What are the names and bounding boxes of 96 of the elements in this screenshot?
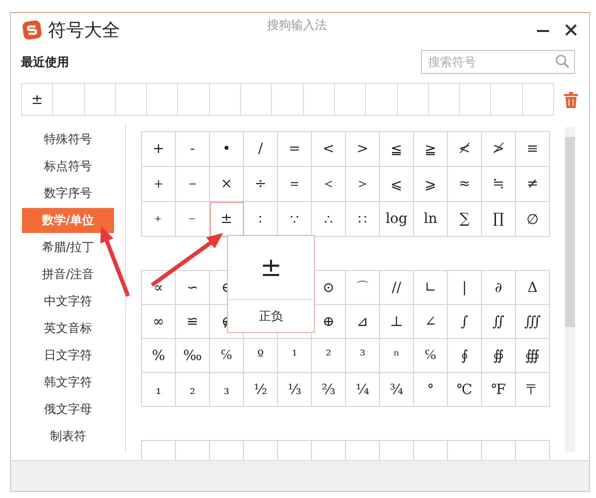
annotation-arrow [100, 226, 130, 297]
symbol-cell[interactable]: ∟ [414, 271, 448, 305]
symbol-cell[interactable]: ∽ [176, 271, 210, 305]
symbol-cell[interactable]: ≦ [380, 132, 414, 167]
symbol-cell[interactable]: ⌒ [346, 271, 380, 305]
tooltip-symbol: ± [259, 252, 283, 284]
symbol-cell[interactable]: － [176, 167, 210, 202]
recent-label: 最近使用 [21, 54, 69, 70]
symbol-cell[interactable]: ² [312, 339, 346, 373]
symbol-cell[interactable]: + [142, 132, 176, 167]
symbol-cell[interactable]: ‰ [176, 339, 210, 373]
close-button[interactable] [563, 22, 579, 38]
close-icon [565, 24, 577, 36]
symbol-cell[interactable]: ∠ [414, 305, 448, 339]
symbol-cell[interactable]: ℅ [210, 339, 244, 373]
tooltip-name: 正负 [228, 299, 314, 332]
symbol-cell[interactable]: • [210, 132, 244, 167]
category-item[interactable]: 制表符 [22, 424, 114, 449]
symbol-cell[interactable]: ₁ [142, 373, 176, 407]
symbol-cell[interactable]: ∫ [448, 305, 482, 339]
symbol-cell[interactable]: ≮ [448, 132, 482, 167]
symbol-cell[interactable]: / [244, 132, 278, 167]
symbol-cell[interactable]: ³ [346, 339, 380, 373]
trash-icon[interactable] [564, 92, 578, 108]
symbol-cell[interactable]: ℅ [414, 339, 448, 373]
symbol-cell[interactable]: ∂ [482, 271, 516, 305]
symbol-cell[interactable]: ∬ [482, 305, 516, 339]
symbol-cell[interactable]: ° [414, 373, 448, 407]
category-item[interactable]: 日文字符 [22, 343, 114, 368]
symbol-cell[interactable]: ⩾ [414, 167, 448, 202]
category-item[interactable]: 俄文字母 [22, 397, 114, 422]
symbol-cell[interactable]: ＝ [278, 167, 312, 202]
search-icon[interactable] [555, 54, 570, 69]
category-item[interactable]: 拼音/注音 [22, 262, 114, 287]
app-name: 搜狗输入法 [267, 17, 327, 34]
scrollbar-thumb[interactable] [565, 137, 575, 327]
symbol-cell[interactable]: ÷ [244, 167, 278, 202]
symbol-cell[interactable]: ⊿ [346, 305, 380, 339]
symbol-cell[interactable]: ₂ [176, 373, 210, 407]
category-item[interactable]: 希腊/拉丁 [22, 235, 114, 260]
window-title: 符号大全 [48, 19, 120, 42]
symbol-cell[interactable]: ﹣ [176, 202, 210, 237]
category-item[interactable]: 中文字符 [22, 289, 114, 314]
symbol-cell[interactable]: - [176, 132, 210, 167]
symbol-cell[interactable]: ＋ [142, 167, 176, 202]
symbol-cell[interactable]: % [142, 339, 176, 373]
symbol-cell[interactable]: < [312, 132, 346, 167]
symbol-cell[interactable]: ≡ [516, 132, 550, 167]
symbol-cell[interactable]: ≌ [176, 305, 210, 339]
symbol-cell[interactable]: ⅔ [312, 373, 346, 407]
scrollbar[interactable] [565, 127, 575, 452]
symbol-cell[interactable]: ⁿ [380, 339, 414, 373]
category-item[interactable]: 特殊符号 [22, 127, 114, 152]
symbol-cell[interactable]: ∷ [346, 202, 380, 237]
symbol-cell[interactable]: ln [414, 202, 448, 237]
symbol-cell[interactable]: ＞ [346, 167, 380, 202]
symbol-cell[interactable]: ¹ [278, 339, 312, 373]
logo-icon [22, 20, 42, 40]
category-item[interactable]: 韩文字符 [22, 370, 114, 395]
symbol-cell[interactable]: ∅ [516, 202, 550, 237]
symbol-cell[interactable]: = [278, 132, 312, 167]
symbol-cell[interactable]: ∮ [448, 339, 482, 373]
symbol-cell[interactable]: | [448, 271, 482, 305]
category-item[interactable]: 英文音标 [22, 316, 114, 341]
symbol-cell[interactable]: ∭ [516, 305, 550, 339]
symbol-cell[interactable]: ℉ [482, 373, 516, 407]
symbol-cell[interactable]: × [210, 167, 244, 202]
symbol-cell[interactable]: ℃ [448, 373, 482, 407]
category-item[interactable]: 标点符号 [22, 154, 114, 179]
symbol-cell[interactable]: ∯ [482, 339, 516, 373]
symbol-cell[interactable]: ⅓ [278, 373, 312, 407]
symbol-cell[interactable]: > [346, 132, 380, 167]
symbol-cell[interactable]: ½ [244, 373, 278, 407]
symbol-cell[interactable]: ¾ [380, 373, 414, 407]
symbol-cell[interactable]: ≯ [482, 132, 516, 167]
symbol-cell[interactable]: ⊥ [380, 305, 414, 339]
search-field[interactable]: 搜索符号 [421, 50, 575, 74]
symbol-cell[interactable]: ⩽ [380, 167, 414, 202]
symbol-cell[interactable]: ∑ [448, 202, 482, 237]
symbol-cell[interactable]: log [380, 202, 414, 237]
symbol-cell[interactable]: ≠ [516, 167, 550, 202]
symbol-cell[interactable]: ≒ [482, 167, 516, 202]
symbol-cell[interactable]: ≈ [448, 167, 482, 202]
symbol-cell[interactable]: Δ [516, 271, 550, 305]
symbol-cell[interactable]: 〒 [516, 373, 550, 407]
symbol-cell[interactable]: ∞ [142, 305, 176, 339]
symbol-cell[interactable]: º [244, 339, 278, 373]
symbol-cell[interactable]: ∰ [516, 339, 550, 373]
symbol-cell[interactable]: ∏ [482, 202, 516, 237]
symbol-cell[interactable]: ﹢ [142, 202, 176, 237]
symbol-cell[interactable]: ＜ [312, 167, 346, 202]
symbol-cell[interactable]: ¼ [346, 373, 380, 407]
category-item[interactable]: 数字序号 [22, 181, 114, 206]
symbol-cell[interactable]: ₃ [210, 373, 244, 407]
symbol-cell[interactable]: // [380, 271, 414, 305]
symbol-cell[interactable]: ≧ [414, 132, 448, 167]
